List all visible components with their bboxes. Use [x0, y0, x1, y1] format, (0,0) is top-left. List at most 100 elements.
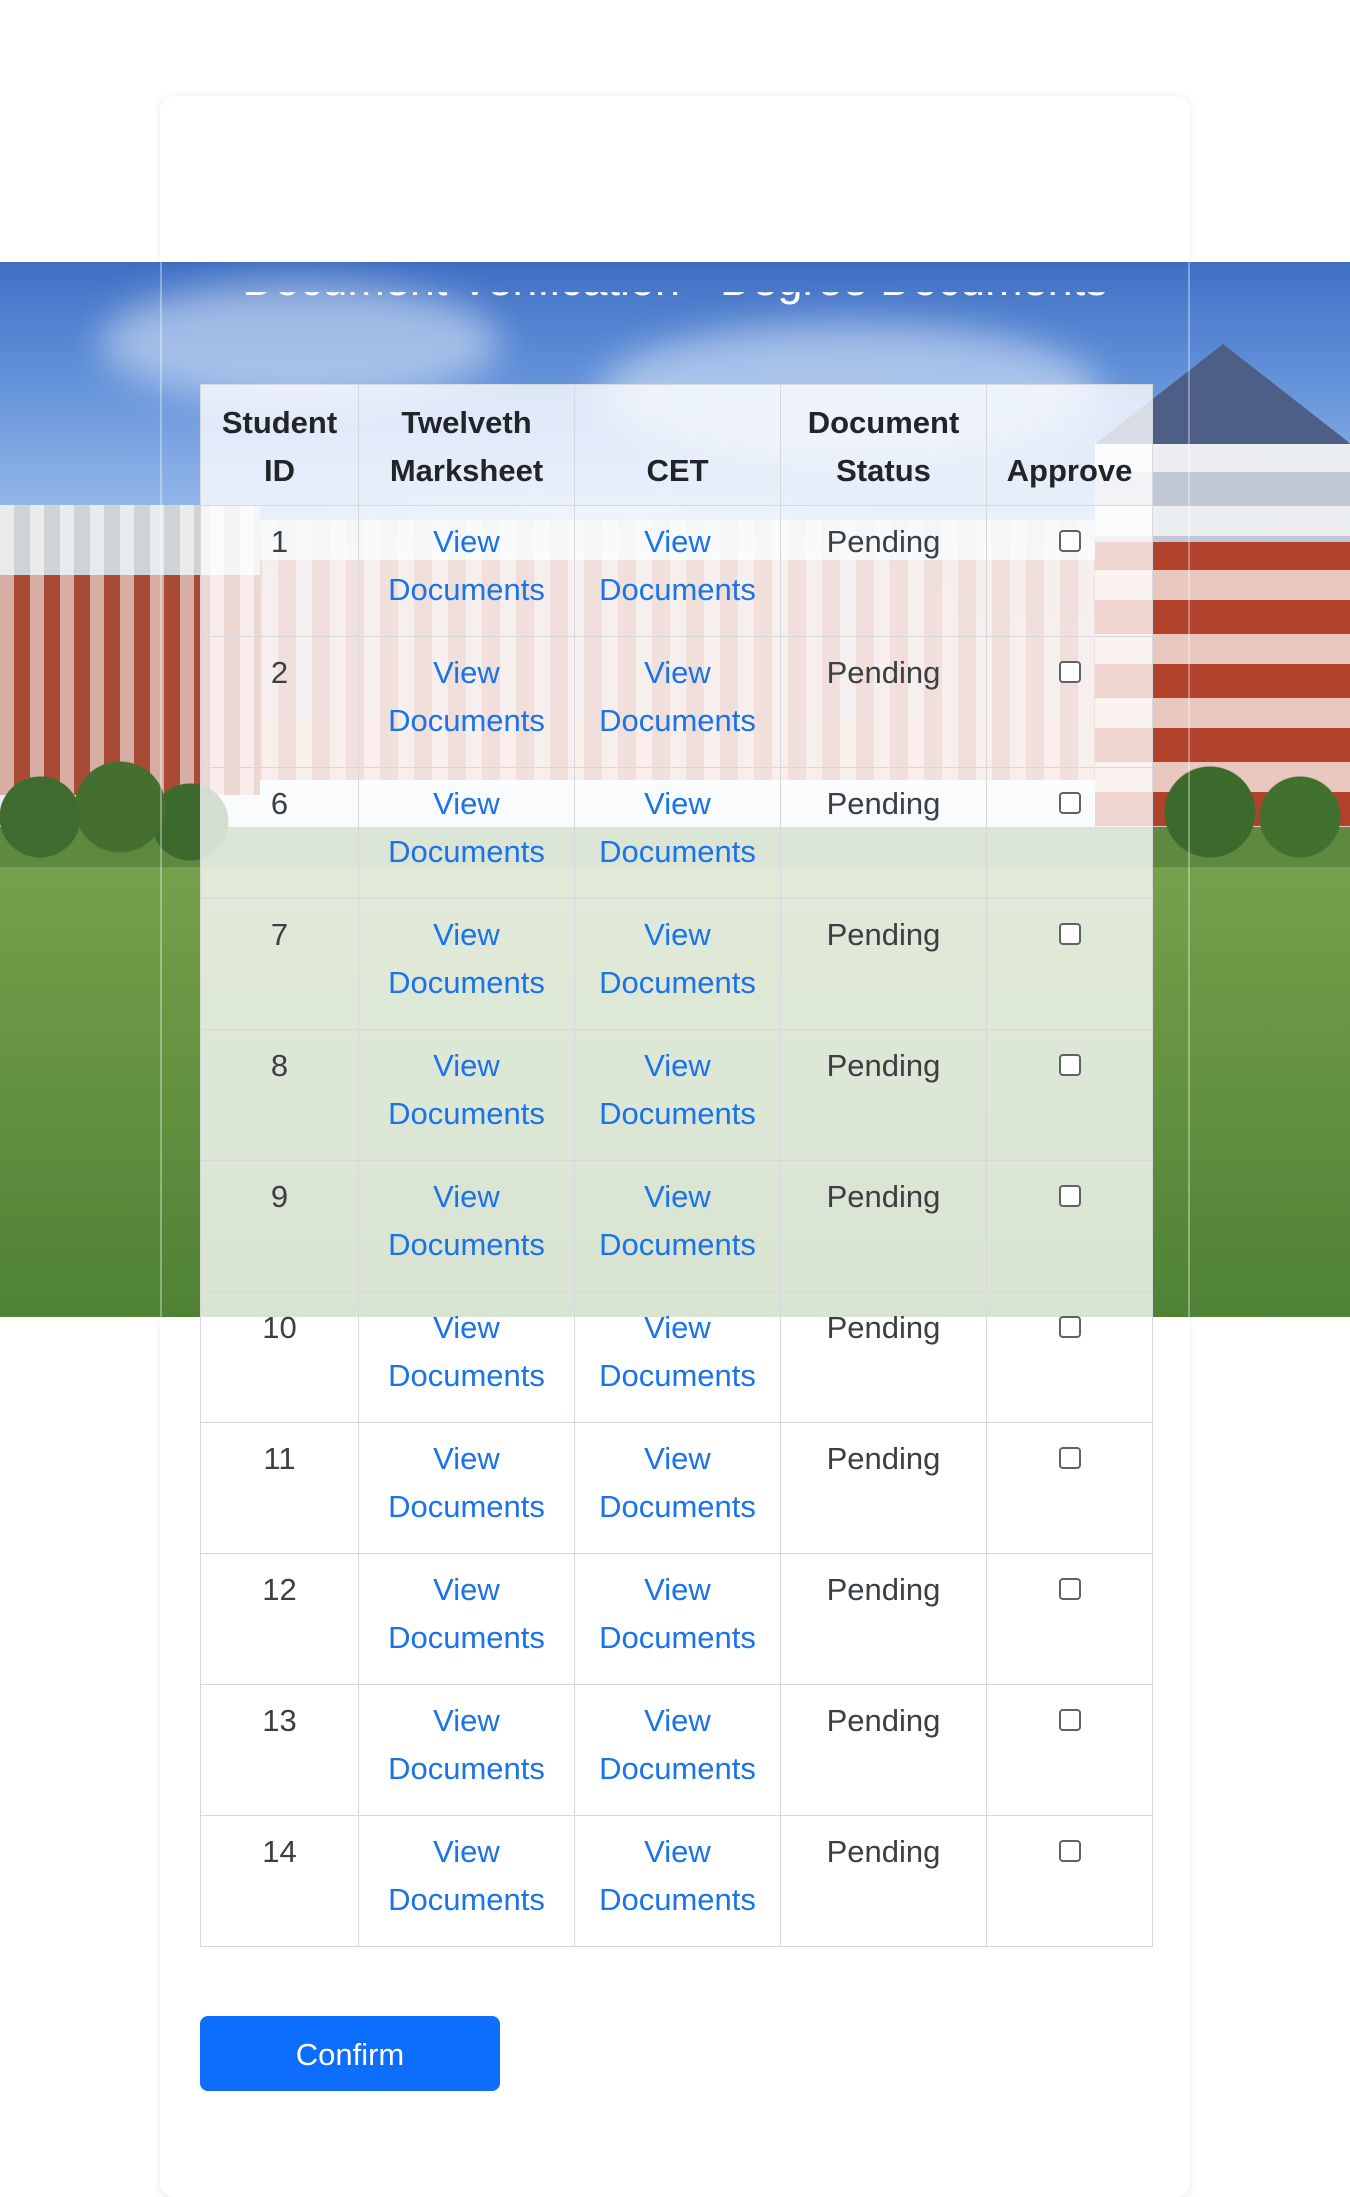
table-header-row: Student ID Twelveth Marksheet CET Docume… [200, 384, 1153, 506]
view-cet-documents-link[interactable]: View Documents [583, 1173, 772, 1269]
document-status-cell: Pending [780, 505, 987, 637]
view-cet-documents-link[interactable]: View Documents [583, 780, 772, 876]
cet-cell: View Documents [574, 1815, 781, 1947]
header-twelveth-marksheet: Twelveth Marksheet [358, 384, 575, 506]
view-cet-documents-link[interactable]: View Documents [583, 1566, 772, 1662]
cet-cell: View Documents [574, 1553, 781, 1685]
twelveth-marksheet-cell: View Documents [358, 1029, 575, 1161]
view-twelveth-documents-link[interactable]: View Documents [367, 1173, 566, 1269]
document-status-cell: Pending [780, 1684, 987, 1816]
view-cet-documents-link[interactable]: View Documents [583, 911, 772, 1007]
approve-checkbox[interactable] [1058, 1840, 1081, 1862]
student-id-cell: 6 [200, 767, 359, 899]
twelveth-marksheet-cell: View Documents [358, 1684, 575, 1816]
approve-checkbox[interactable] [1058, 792, 1081, 814]
view-twelveth-documents-link[interactable]: View Documents [367, 911, 566, 1007]
table-row: 11 View Documents View Documents Pending [200, 1422, 1153, 1554]
twelveth-marksheet-cell: View Documents [358, 636, 575, 768]
card-edge [1188, 262, 1190, 1317]
confirm-button[interactable]: Confirm [200, 2016, 500, 2091]
view-twelveth-documents-link[interactable]: View Documents [367, 1304, 566, 1400]
twelveth-marksheet-cell: View Documents [358, 505, 575, 637]
header-student-id: Student ID [200, 384, 359, 506]
student-id-cell: 2 [200, 636, 359, 768]
twelveth-marksheet-cell: View Documents [358, 1422, 575, 1554]
document-status-cell: Pending [780, 1815, 987, 1947]
twelveth-marksheet-cell: View Documents [358, 1160, 575, 1292]
twelveth-marksheet-cell: View Documents [358, 898, 575, 1030]
document-status-cell: Pending [780, 1029, 987, 1161]
approve-cell [986, 1160, 1153, 1292]
header-document-status: Document Status [780, 384, 987, 506]
twelveth-marksheet-cell: View Documents [358, 1815, 575, 1947]
approve-checkbox[interactable] [1058, 1054, 1081, 1076]
student-id-cell: 14 [200, 1815, 359, 1947]
cet-cell: View Documents [574, 1684, 781, 1816]
twelveth-marksheet-cell: View Documents [358, 1553, 575, 1685]
cet-cell: View Documents [574, 898, 781, 1030]
approve-cell [986, 1029, 1153, 1161]
twelveth-marksheet-cell: View Documents [358, 767, 575, 899]
table-row: 12 View Documents View Documents Pending [200, 1553, 1153, 1685]
student-id-cell: 13 [200, 1684, 359, 1816]
view-twelveth-documents-link[interactable]: View Documents [367, 1566, 566, 1662]
cet-cell: View Documents [574, 1029, 781, 1161]
twelveth-marksheet-cell: View Documents [358, 1291, 575, 1423]
approve-checkbox[interactable] [1058, 1185, 1081, 1207]
table-row: 1 View Documents View Documents Pending [200, 505, 1153, 637]
table-row: 14 View Documents View Documents Pending [200, 1815, 1153, 1947]
view-twelveth-documents-link[interactable]: View Documents [367, 518, 566, 614]
table-row: 10 View Documents View Documents Pending [200, 1291, 1153, 1423]
view-twelveth-documents-link[interactable]: View Documents [367, 1042, 566, 1138]
view-cet-documents-link[interactable]: View Documents [583, 1435, 772, 1531]
view-cet-documents-link[interactable]: View Documents [583, 518, 772, 614]
view-cet-documents-link[interactable]: View Documents [583, 1697, 772, 1793]
view-twelveth-documents-link[interactable]: View Documents [367, 1435, 566, 1531]
student-id-cell: 7 [200, 898, 359, 1030]
approve-cell [986, 505, 1153, 637]
approve-checkbox[interactable] [1058, 1447, 1081, 1469]
approve-checkbox[interactable] [1058, 923, 1081, 945]
approve-cell [986, 767, 1153, 899]
table-row: 9 View Documents View Documents Pending [200, 1160, 1153, 1292]
approve-cell [986, 1422, 1153, 1554]
document-status-cell: Pending [780, 898, 987, 1030]
document-status-cell: Pending [780, 1422, 987, 1554]
documents-table-wrapper: Student ID Twelveth Marksheet CET Docume… [200, 384, 1153, 1947]
view-cet-documents-link[interactable]: View Documents [583, 1304, 772, 1400]
student-id-cell: 11 [200, 1422, 359, 1554]
approve-checkbox[interactable] [1058, 1316, 1081, 1338]
view-twelveth-documents-link[interactable]: View Documents [367, 1828, 566, 1924]
cet-cell: View Documents [574, 1160, 781, 1292]
view-twelveth-documents-link[interactable]: View Documents [367, 780, 566, 876]
cet-cell: View Documents [574, 767, 781, 899]
student-id-cell: 9 [200, 1160, 359, 1292]
cet-cell: View Documents [574, 1422, 781, 1554]
approve-cell [986, 636, 1153, 768]
document-status-cell: Pending [780, 767, 987, 899]
cet-cell: View Documents [574, 505, 781, 637]
table-row: 8 View Documents View Documents Pending [200, 1029, 1153, 1161]
view-twelveth-documents-link[interactable]: View Documents [367, 1697, 566, 1793]
table-row: 13 View Documents View Documents Pending [200, 1684, 1153, 1816]
card-edge [160, 262, 162, 1317]
header-approve: Approve [986, 384, 1153, 506]
view-cet-documents-link[interactable]: View Documents [583, 649, 772, 745]
student-id-cell: 12 [200, 1553, 359, 1685]
view-cet-documents-link[interactable]: View Documents [583, 1042, 772, 1138]
approve-checkbox[interactable] [1058, 530, 1081, 552]
table-row: 7 View Documents View Documents Pending [200, 898, 1153, 1030]
table-row: 2 View Documents View Documents Pending [200, 636, 1153, 768]
view-twelveth-documents-link[interactable]: View Documents [367, 649, 566, 745]
approve-cell [986, 1815, 1153, 1947]
card-container-top [160, 96, 1190, 262]
student-id-cell: 8 [200, 1029, 359, 1161]
view-cet-documents-link[interactable]: View Documents [583, 1828, 772, 1924]
approve-checkbox[interactable] [1058, 661, 1081, 683]
document-status-cell: Pending [780, 1291, 987, 1423]
approve-checkbox[interactable] [1058, 1578, 1081, 1600]
document-status-cell: Pending [780, 636, 987, 768]
approve-checkbox[interactable] [1058, 1709, 1081, 1731]
student-id-cell: 1 [200, 505, 359, 637]
documents-table: Student ID Twelveth Marksheet CET Docume… [200, 384, 1153, 1947]
